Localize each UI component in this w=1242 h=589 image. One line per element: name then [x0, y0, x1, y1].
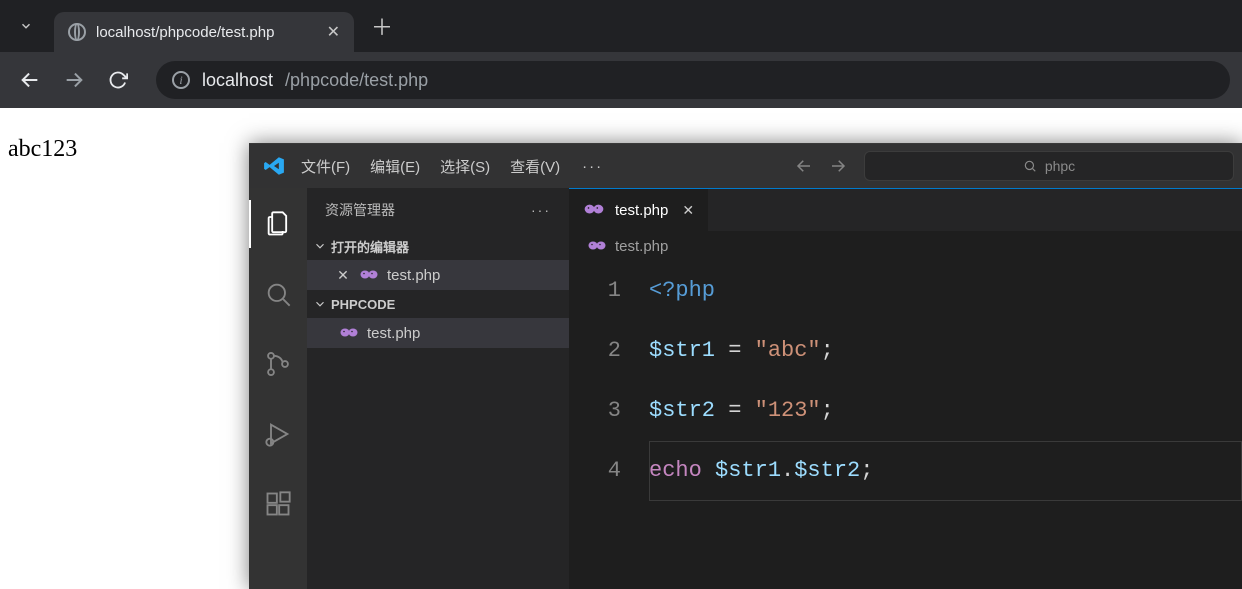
new-tab-button[interactable]: ＋: [366, 10, 398, 42]
explorer-sidebar: 资源管理器 ··· 打开的编辑器 ✕ test.php PHPCODE test…: [307, 188, 569, 589]
vscode-titlebar: 文件(F) 编辑(E) 选择(S) 查看(V) ··· phpc: [249, 144, 1242, 188]
menu-more-button[interactable]: ···: [570, 144, 615, 188]
reload-button[interactable]: [100, 62, 136, 98]
section-open-editors[interactable]: 打开的编辑器: [307, 232, 569, 260]
open-editor-item[interactable]: ✕ test.php: [307, 260, 569, 290]
activity-search[interactable]: [249, 270, 307, 318]
editor-area: test.php ✕ test.php 1 2 3 4 <?php $str: [569, 188, 1242, 589]
explorer-title: 资源管理器: [325, 200, 395, 220]
browser-tab[interactable]: localhost/phpcode/test.php ✕: [54, 12, 354, 52]
code-line[interactable]: echo $str1.$str2;: [649, 441, 1242, 501]
history-back-button[interactable]: [790, 152, 818, 180]
code-line[interactable]: <?php: [649, 261, 1242, 321]
php-file-icon: [339, 325, 359, 342]
command-center-text: phpc: [1045, 158, 1075, 174]
close-icon[interactable]: ✕: [335, 267, 351, 284]
menu-view[interactable]: 查看(V): [500, 144, 570, 188]
site-info-icon[interactable]: i: [172, 71, 190, 89]
chevron-down-icon: [313, 297, 327, 311]
activity-bar: [249, 188, 307, 589]
php-file-icon: [583, 201, 605, 219]
activity-source-control[interactable]: [249, 340, 307, 388]
breadcrumb[interactable]: test.php: [569, 231, 1242, 261]
menu-edit[interactable]: 编辑(E): [360, 144, 430, 188]
folder-file-name: test.php: [367, 325, 420, 342]
explorer-more-button[interactable]: ···: [531, 202, 551, 218]
chevron-down-icon: [313, 239, 327, 253]
url-path: /phpcode/test.php: [285, 70, 428, 91]
activity-extensions[interactable]: [249, 480, 307, 528]
url-host: localhost: [202, 70, 273, 91]
command-center-search[interactable]: phpc: [864, 151, 1234, 181]
globe-icon: [68, 23, 86, 41]
line-number: 4: [569, 441, 621, 501]
folder-file-item[interactable]: test.php: [307, 318, 569, 348]
code-line[interactable]: $str2 = "123";: [649, 381, 1242, 441]
editor-tab[interactable]: test.php ✕: [569, 189, 709, 231]
vscode-window: 文件(F) 编辑(E) 选择(S) 查看(V) ··· phpc: [249, 143, 1242, 589]
line-number: 2: [569, 321, 621, 381]
line-gutter: 1 2 3 4: [569, 261, 649, 589]
breadcrumb-file: test.php: [615, 238, 668, 255]
editor-tabs: test.php ✕: [569, 189, 1242, 231]
code-line[interactable]: $str1 = "abc";: [649, 321, 1242, 381]
tab-title: localhost/phpcode/test.php: [96, 24, 317, 41]
line-number: 1: [569, 261, 621, 321]
explorer-header: 资源管理器 ···: [307, 188, 569, 232]
open-editor-filename: test.php: [387, 267, 440, 284]
editor-tab-label: test.php: [615, 202, 668, 219]
back-button[interactable]: [12, 62, 48, 98]
activity-run-debug[interactable]: [249, 410, 307, 458]
php-file-icon: [587, 238, 607, 255]
code-lines[interactable]: <?php $str1 = "abc"; $str2 = "123"; echo…: [649, 261, 1242, 589]
line-number: 3: [569, 381, 621, 441]
browser-tabstrip: localhost/phpcode/test.php ✕ ＋: [0, 0, 1242, 52]
close-icon[interactable]: ✕: [682, 202, 694, 219]
php-file-icon: [359, 267, 379, 284]
address-bar[interactable]: i localhost/phpcode/test.php: [156, 61, 1230, 99]
code-editor[interactable]: 1 2 3 4 <?php $str1 = "abc"; $str2 = "12…: [569, 261, 1242, 589]
tab-dropdown-button[interactable]: [8, 8, 44, 44]
section-folder-label: PHPCODE: [331, 297, 395, 312]
close-icon[interactable]: ✕: [327, 22, 340, 42]
menu-select[interactable]: 选择(S): [430, 144, 500, 188]
activity-explorer[interactable]: [249, 200, 307, 248]
section-open-editors-label: 打开的编辑器: [331, 237, 409, 256]
browser-toolbar: i localhost/phpcode/test.php: [0, 52, 1242, 108]
page-output: abc123: [0, 128, 85, 171]
section-folder[interactable]: PHPCODE: [307, 290, 569, 318]
history-forward-button[interactable]: [824, 152, 852, 180]
menu-file[interactable]: 文件(F): [291, 144, 360, 188]
vscode-logo-icon: [257, 155, 291, 177]
forward-button[interactable]: [56, 62, 92, 98]
